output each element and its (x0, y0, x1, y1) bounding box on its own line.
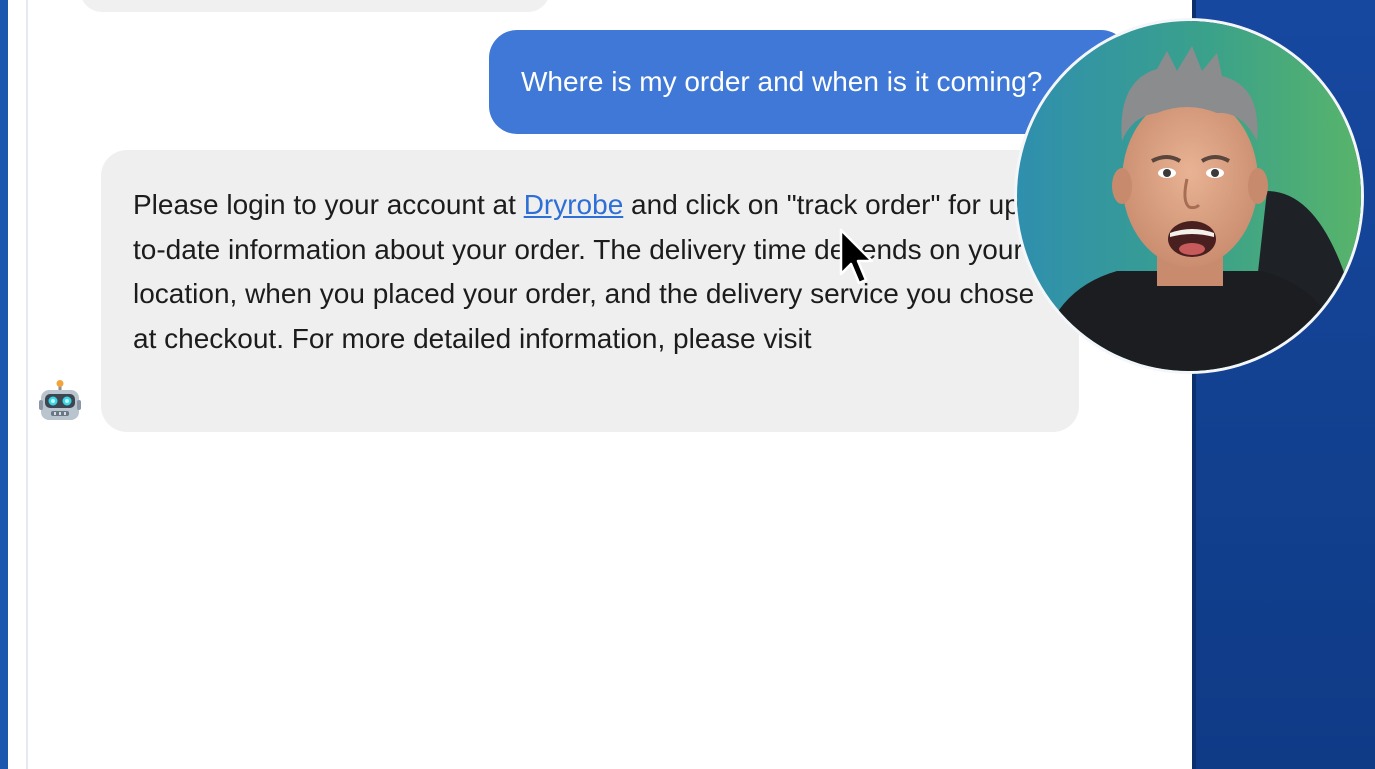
dryrobe-link[interactable]: Dryrobe (524, 189, 624, 220)
screen: Where is my order and when is it coming?… (0, 0, 1375, 769)
chat-left-divider (26, 0, 28, 769)
user-message-text: Where is my order and when is it coming? (521, 66, 1043, 97)
robot-icon (38, 380, 82, 424)
left-border (0, 0, 8, 769)
bot-message-text-start: Please login to your account at (133, 189, 524, 220)
chat-window: Where is my order and when is it coming?… (8, 0, 1192, 769)
presenter-webcam-overlay (1014, 18, 1364, 374)
bot-message-bubble: Please login to your account at Dryrobe … (101, 150, 1079, 432)
previous-message-bubble (80, 0, 550, 12)
